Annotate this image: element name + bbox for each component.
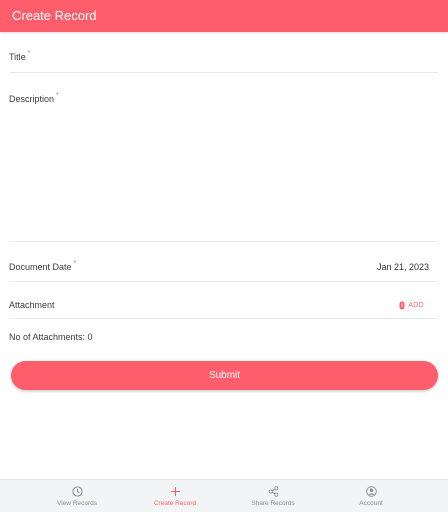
- nav-label: View Records: [57, 500, 97, 507]
- clock-icon: [71, 486, 83, 497]
- submit-button[interactable]: Submit: [11, 361, 438, 390]
- bottom-nav: View Records Create Record Share Records…: [0, 479, 448, 512]
- nav-view-records[interactable]: View Records: [21, 480, 133, 512]
- required-marker: *: [73, 260, 77, 267]
- add-label: ADD: [408, 301, 424, 309]
- nav-label: Create Record: [153, 500, 197, 507]
- page-title: Create Record: [12, 8, 97, 23]
- description-label: Description *: [9, 92, 59, 104]
- nav-create-record[interactable]: Create Record: [119, 480, 231, 512]
- paperclip-icon: [399, 301, 405, 310]
- document-date-label: Document Date *: [9, 260, 77, 272]
- attachment-label: Attachment: [9, 300, 55, 310]
- required-marker: *: [27, 50, 31, 57]
- attachment-count: No of Attachments: 0: [9, 332, 93, 342]
- account-icon: [365, 486, 377, 497]
- divider: [9, 72, 438, 73]
- app-header: Create Record: [0, 0, 448, 32]
- nav-account[interactable]: Account: [315, 480, 427, 512]
- add-attachment-button[interactable]: ADD: [399, 298, 424, 312]
- create-record-screen: Create Record Title * Description * Docume…: [0, 0, 448, 512]
- divider: [9, 281, 438, 282]
- document-date-picker[interactable]: Jan 21, 2023: [377, 262, 429, 272]
- nav-label: Account: [359, 500, 383, 507]
- divider: [9, 318, 438, 319]
- required-marker: *: [56, 92, 59, 99]
- nav-share-records[interactable]: Share Records: [217, 480, 329, 512]
- share-icon: [268, 486, 279, 497]
- description-input[interactable]: [9, 108, 438, 236]
- plus-icon: [170, 486, 181, 497]
- divider: [9, 241, 438, 242]
- title-label: Title *: [9, 50, 31, 62]
- title-input[interactable]: [60, 46, 430, 66]
- nav-label: Share Records: [251, 500, 295, 507]
